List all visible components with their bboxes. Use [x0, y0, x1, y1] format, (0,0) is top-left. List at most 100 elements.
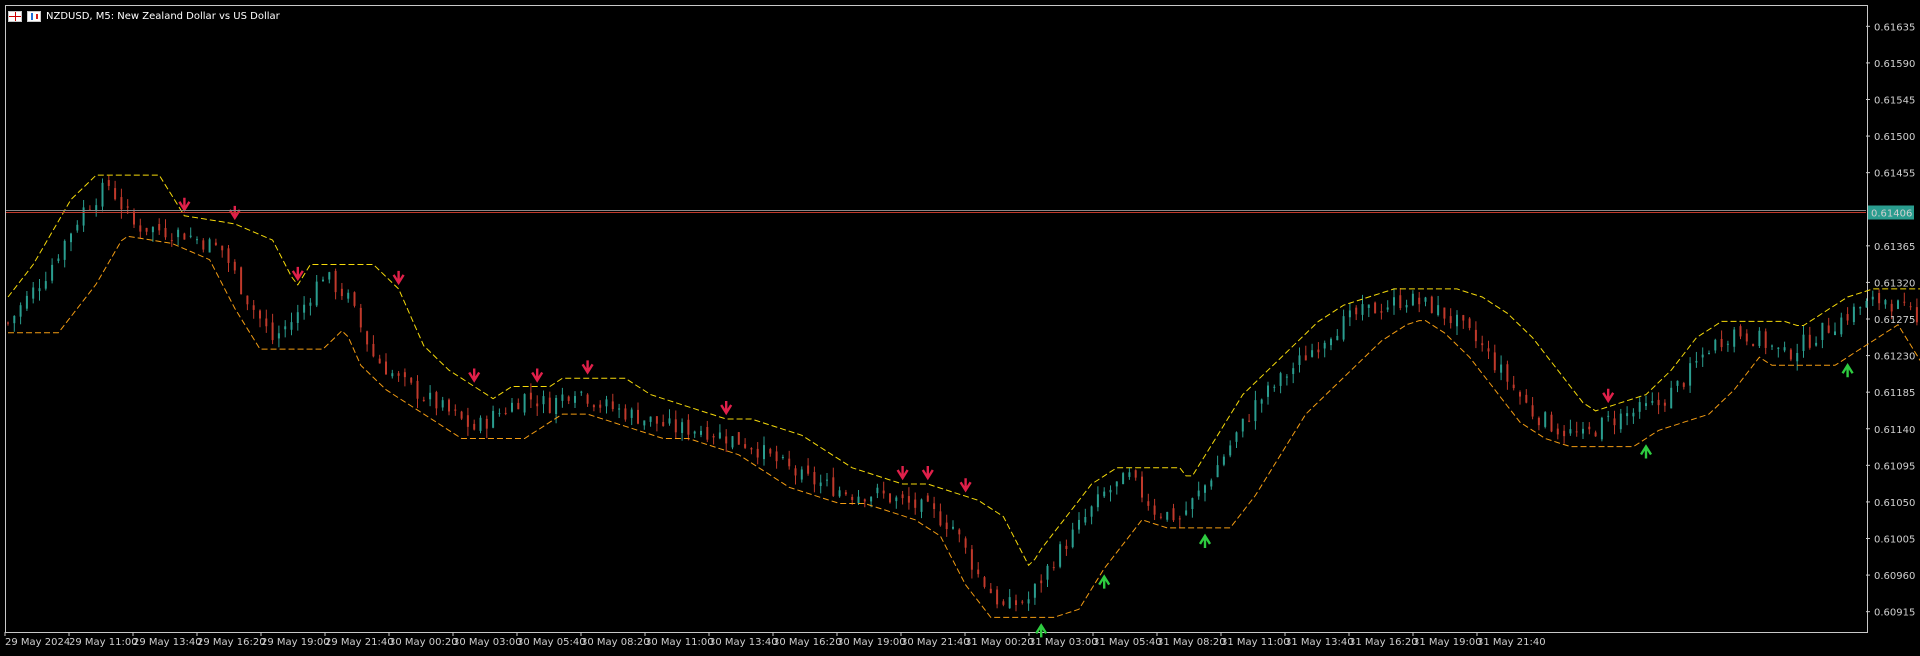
candle-body	[1663, 402, 1666, 406]
candle-body	[914, 499, 917, 508]
candle-body	[1802, 334, 1805, 351]
time-axis-label: 31 May 03:00	[1029, 637, 1098, 648]
candle-body	[939, 511, 942, 526]
candle-body	[221, 245, 224, 251]
candle-body	[1739, 326, 1742, 337]
candle-body	[1311, 350, 1314, 357]
sell-arrow-icon	[392, 270, 405, 286]
candle-body	[1701, 354, 1704, 358]
candle-body	[1840, 317, 1843, 335]
candle-body	[1153, 505, 1156, 515]
candle-body	[523, 394, 526, 413]
candle-body	[706, 427, 709, 440]
price-axis-label: 0.61320	[1874, 278, 1915, 289]
candle-body	[422, 399, 425, 401]
candle-body	[1537, 417, 1540, 426]
time-axis-label: 29 May 13:40	[133, 637, 202, 648]
candle-body	[448, 399, 450, 412]
candle-body	[907, 496, 910, 503]
candle-body	[1821, 322, 1824, 340]
candle-body	[57, 258, 60, 261]
candle-body	[1626, 413, 1629, 417]
candle-body	[700, 430, 702, 435]
candle-body	[1096, 494, 1099, 508]
candle-body	[674, 419, 677, 433]
candle-body	[303, 304, 306, 313]
candle-body	[637, 409, 639, 424]
candle-body	[857, 496, 860, 504]
candle-body	[1059, 544, 1062, 567]
time-axis-label: 31 May 00:20	[965, 637, 1034, 648]
candle-body	[1827, 325, 1830, 333]
candle-body	[347, 292, 350, 299]
candle-body	[1550, 414, 1553, 432]
price-axis-label: 0.61230	[1874, 352, 1915, 363]
candle-body	[958, 529, 961, 535]
candle-body	[1430, 296, 1433, 313]
candle-body	[1178, 518, 1181, 520]
candle-body	[1424, 297, 1427, 302]
candle-body	[265, 318, 268, 327]
candle-body	[1613, 418, 1616, 426]
candle-body	[1556, 428, 1559, 435]
candle-body	[1317, 349, 1320, 353]
candle-body	[1279, 373, 1282, 386]
candle-body	[25, 295, 28, 309]
time-axis-label: 31 May 13:40	[1285, 637, 1354, 648]
candle-body	[1109, 489, 1112, 493]
candle-body	[1783, 347, 1786, 351]
candle-body	[145, 227, 148, 232]
candle-body	[378, 358, 381, 364]
candle-body	[322, 279, 324, 282]
candle-body	[259, 310, 261, 319]
sell-arrow-icon	[468, 368, 481, 383]
candle-body	[1449, 316, 1452, 324]
candle-body	[271, 322, 274, 341]
sell-arrow-icon	[228, 205, 241, 221]
time-axis-label: 31 May 19:00	[1413, 637, 1482, 648]
candle-body	[504, 412, 507, 414]
price-chart: 0.61635 0.61590 0.61545 0.61500 0.61455 0.613…	[4, 22, 1920, 648]
candle-body	[1884, 300, 1887, 305]
buy-arrow-icon	[1198, 533, 1212, 548]
candle-body	[781, 456, 784, 458]
candle-body	[536, 403, 539, 407]
candle-body	[309, 302, 312, 306]
buy-arrow-icon	[1841, 362, 1854, 378]
candle-body	[353, 292, 356, 306]
candle-body	[977, 569, 980, 575]
candle-body	[788, 458, 791, 467]
candle-body	[769, 449, 772, 454]
candle-body	[372, 343, 375, 357]
candle-body	[586, 394, 589, 404]
candle-body	[466, 415, 469, 427]
time-axis-label: 29 May 16:20	[197, 637, 266, 648]
candle-body	[548, 397, 551, 413]
price-axis-label: 0.60915	[1874, 608, 1915, 619]
candle-body	[315, 281, 318, 306]
candle-body	[498, 413, 501, 415]
candle-body	[1374, 302, 1377, 314]
price-axis-label: 0.61635	[1874, 22, 1915, 33]
candle-body	[1714, 339, 1717, 351]
candle-body	[1304, 355, 1307, 361]
candle-body	[1777, 347, 1780, 349]
candle-body	[233, 261, 236, 271]
price-axis-label: 0.61275	[1874, 315, 1915, 326]
candle-body	[882, 490, 885, 494]
time-axis-label: 30 May 21:40	[901, 637, 970, 648]
candle-body	[1298, 355, 1301, 366]
candle-body	[196, 239, 198, 241]
time-axis-label: 31 May 11:00	[1221, 637, 1290, 648]
candle-body	[340, 288, 343, 297]
price-axis-label: 0.61500	[1874, 132, 1915, 143]
candle-body	[662, 422, 665, 426]
candle-body	[1871, 296, 1874, 300]
candle-body	[1141, 476, 1143, 498]
lower-band-line	[8, 235, 1920, 618]
candle-body	[416, 380, 419, 399]
sell-arrow-icon	[531, 368, 544, 383]
time-axis-label: 30 May 08:20	[581, 637, 650, 648]
candle-body	[7, 322, 9, 324]
candle-body	[1172, 508, 1175, 521]
